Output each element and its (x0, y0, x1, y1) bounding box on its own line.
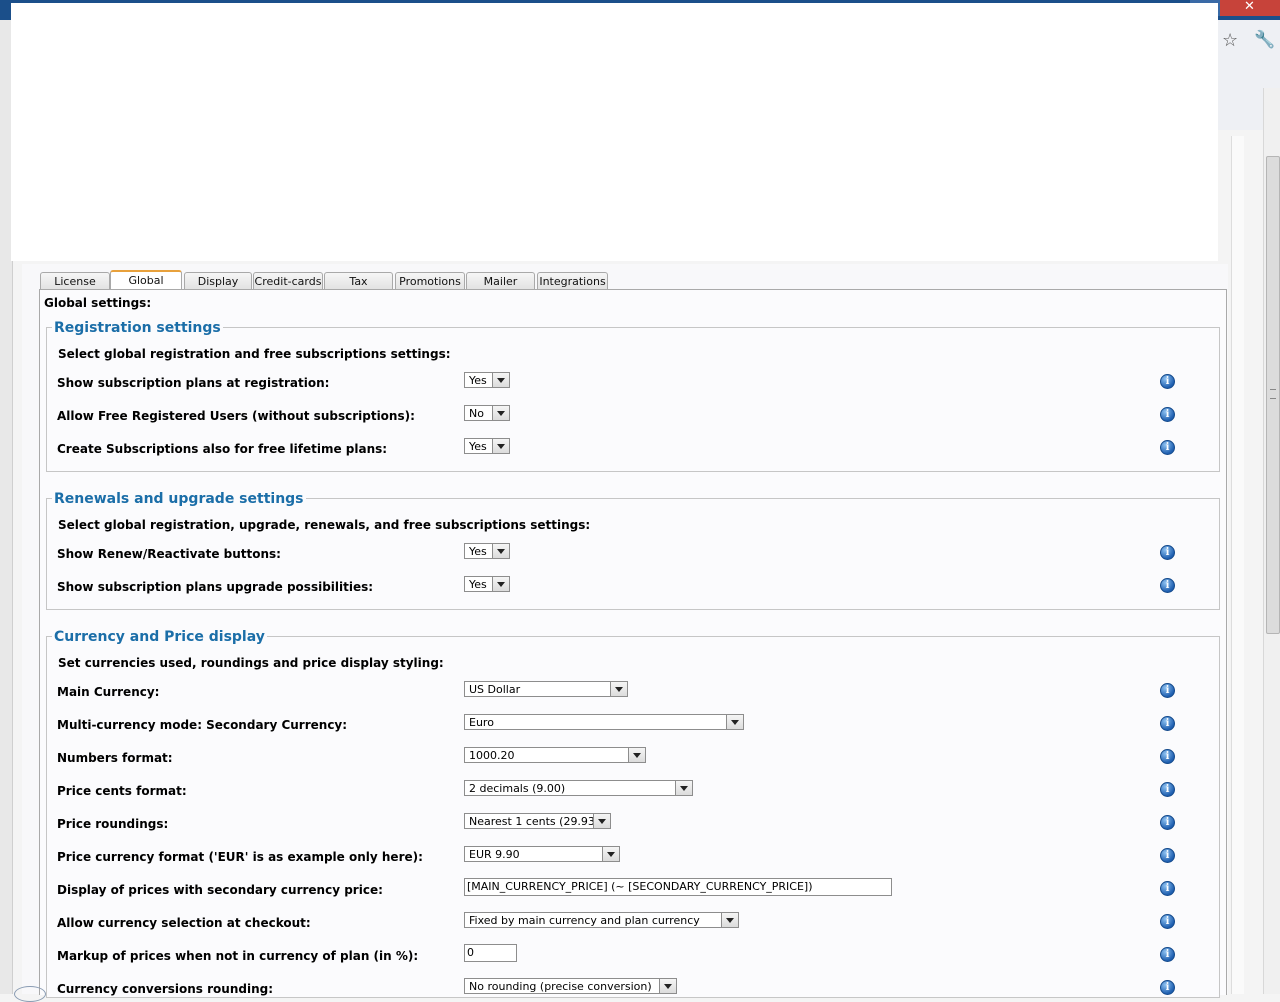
blank-overlay (11, 3, 1218, 261)
show-renew-buttons-label: Show Renew/Reactivate buttons: (57, 547, 281, 561)
chevron-down-icon (726, 715, 743, 729)
chevron-down-icon (492, 373, 509, 387)
page-frame (1231, 136, 1244, 994)
info-icon[interactable]: i (1160, 782, 1175, 797)
close-icon: ✕ (1244, 0, 1255, 14)
tab-tax[interactable]: Tax (324, 272, 393, 290)
currency-selection-checkout-label: Allow currency selection at checkout: (57, 916, 311, 930)
chevron-down-icon (492, 406, 509, 420)
tab-license[interactable]: License (40, 272, 110, 290)
price-roundings-label: Price roundings: (57, 817, 169, 831)
renewals-legend: Renewals and upgrade settings (52, 491, 306, 507)
price-cents-format-label: Price cents format: (57, 784, 187, 798)
info-icon[interactable]: i (1160, 716, 1175, 731)
wrench-icon[interactable]: 🔧 (1254, 30, 1276, 52)
main-currency-select[interactable]: US Dollar (464, 681, 628, 697)
select-value: 1000.20 (469, 749, 515, 762)
vertical-scrollbar[interactable] (1263, 88, 1280, 994)
price-roundings-select[interactable]: Nearest 1 cents (29.93) (464, 813, 611, 829)
info-icon[interactable]: i (1160, 440, 1175, 455)
create-free-lifetime-subs-label: Create Subscriptions also for free lifet… (57, 442, 388, 456)
info-icon[interactable]: i (1160, 881, 1175, 896)
currency-selection-checkout-select[interactable]: Fixed by main currency and plan currency (464, 912, 739, 928)
show-upgrade-possibilities-label: Show subscription plans upgrade possibil… (57, 580, 374, 594)
select-value: 2 decimals (9.00) (469, 782, 566, 795)
show-plans-at-registration-select[interactable]: Yes (464, 372, 510, 388)
registration-description: Select global registration and free subs… (58, 347, 451, 361)
select-value: US Dollar (469, 683, 521, 696)
registration-legend: Registration settings (52, 320, 223, 336)
scrollbar-thumb[interactable] (1266, 156, 1280, 634)
chevron-down-icon (492, 577, 509, 591)
info-icon[interactable]: i (1160, 980, 1175, 995)
show-upgrade-possibilities-select[interactable]: Yes (464, 576, 510, 592)
numbers-format-select[interactable]: 1000.20 (464, 747, 646, 763)
secondary-currency-label: Multi-currency mode: Secondary Currency: (57, 718, 348, 732)
info-icon[interactable]: i (1160, 407, 1175, 422)
tab-integrations[interactable]: Integrations (537, 272, 608, 290)
secondary-price-display-label: Display of prices with secondary currenc… (57, 883, 383, 897)
currency-description: Set currencies used, roundings and price… (58, 656, 444, 670)
chevron-down-icon (659, 979, 676, 993)
info-icon[interactable]: i (1160, 374, 1175, 389)
show-renew-buttons-select[interactable]: Yes (464, 543, 510, 559)
allow-free-users-select[interactable]: No (464, 405, 510, 421)
select-value: Yes (469, 578, 487, 591)
currency-conversions-rounding-select[interactable]: No rounding (precise conversion) (464, 978, 677, 994)
info-icon[interactable]: i (1160, 848, 1175, 863)
panel-title: Global settings: (44, 296, 152, 310)
info-icon[interactable]: i (1160, 815, 1175, 830)
main-currency-label: Main Currency: (57, 685, 160, 699)
info-icon[interactable]: i (1160, 947, 1175, 962)
select-value: No (469, 407, 484, 420)
price-cents-format-select[interactable]: 2 decimals (9.00) (464, 780, 693, 796)
info-icon[interactable]: i (1160, 914, 1175, 929)
select-value: Euro (469, 716, 494, 729)
info-icon[interactable]: i (1160, 545, 1175, 560)
select-value: Yes (469, 545, 487, 558)
chevron-down-icon (610, 682, 627, 696)
bookmark-star-icon[interactable]: ☆ (1222, 30, 1244, 52)
select-value: Fixed by main currency and plan currency (469, 914, 700, 927)
chevron-down-icon (675, 781, 692, 795)
create-free-lifetime-subs-select[interactable]: Yes (464, 438, 510, 454)
tab-credit-cards[interactable]: Credit-cards (253, 272, 323, 290)
renewals-description: Select global registration, upgrade, ren… (58, 518, 591, 532)
secondary-price-display-input[interactable]: [MAIN_CURRENCY_PRICE] (~ [SECONDARY_CURR… (464, 878, 892, 896)
price-currency-format-label: Price currency format ('EUR' is as examp… (57, 850, 423, 864)
select-value: Yes (469, 440, 487, 453)
price-currency-format-select[interactable]: EUR 9.90 (464, 846, 620, 862)
info-icon[interactable]: i (1160, 683, 1175, 698)
select-value: EUR 9.90 (469, 848, 520, 861)
secondary-currency-select[interactable]: Euro (464, 714, 744, 730)
tab-display[interactable]: Display (184, 272, 252, 290)
chevron-down-icon (628, 748, 645, 762)
show-plans-at-registration-label: Show subscription plans at registration: (57, 376, 330, 390)
select-value: Nearest 1 cents (29.93) (469, 815, 600, 828)
select-value: Yes (469, 374, 487, 387)
chevron-down-icon (492, 439, 509, 453)
chevron-down-icon (492, 544, 509, 558)
numbers-format-label: Numbers format: (57, 751, 173, 765)
select-value: No rounding (precise conversion) (469, 980, 652, 993)
currency-legend: Currency and Price display (52, 629, 267, 645)
chevron-down-icon (602, 847, 619, 861)
info-icon[interactable]: i (1160, 749, 1175, 764)
tab-mailer[interactable]: Mailer (466, 272, 535, 290)
price-markup-input[interactable]: 0 (464, 944, 517, 962)
price-markup-label: Markup of prices when not in currency of… (57, 949, 419, 963)
bottom-widget (14, 986, 46, 1002)
info-icon[interactable]: i (1160, 578, 1175, 593)
window-close-button[interactable]: ✕ (1220, 0, 1280, 16)
chevron-down-icon (593, 814, 610, 828)
scroll-grip (1270, 389, 1276, 399)
chevron-down-icon (721, 913, 738, 927)
currency-settings-group (46, 636, 1220, 998)
allow-free-users-label: Allow Free Registered Users (without sub… (57, 409, 415, 423)
tab-promotions[interactable]: Promotions (395, 272, 465, 290)
